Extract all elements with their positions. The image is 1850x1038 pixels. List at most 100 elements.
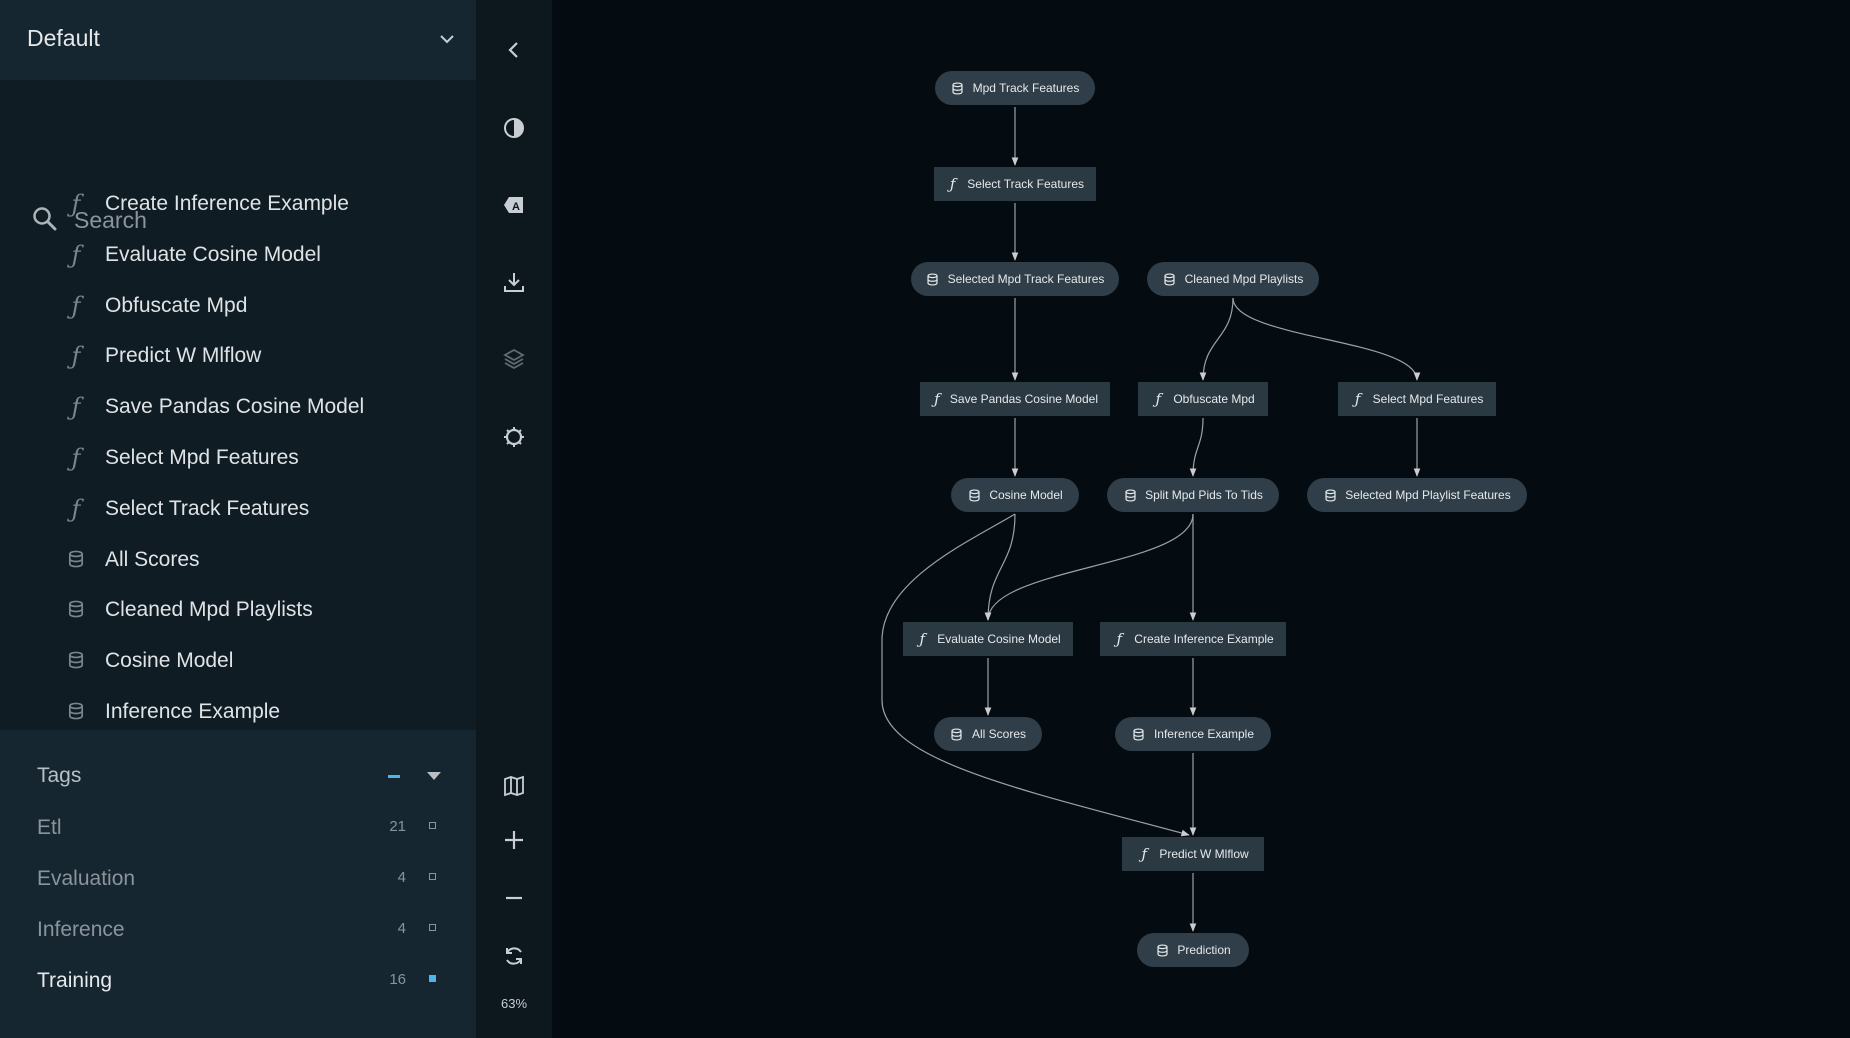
tags-collapse-icon[interactable] [427, 772, 441, 780]
list-item[interactable]: All Scores [0, 538, 476, 582]
tag-count: 21 [389, 818, 406, 835]
list-item[interactable]: ƒ Predict W Mlflow [0, 334, 476, 378]
node-label: Select Mpd Features [1372, 392, 1484, 406]
export-icon[interactable] [496, 264, 532, 300]
tag-count: 4 [397, 869, 406, 886]
list-item-label: Predict W Mlflow [105, 344, 262, 368]
pipeline-selector[interactable]: Default [0, 0, 476, 80]
list-item[interactable]: ƒ Create Inference Example [0, 182, 476, 226]
tags-panel: Tags Etl 21 Evaluation 4 Inference 4 Training 1… [0, 730, 476, 1038]
zoom-out-icon[interactable] [496, 880, 532, 916]
list-item[interactable]: ƒ Select Track Features [0, 487, 476, 531]
function-icon: ƒ [71, 393, 81, 422]
sidebar: Default ƒ Create Inference Example ƒ Evalua… [0, 0, 476, 1038]
list-item-label: Evaluate Cosine Model [105, 242, 321, 266]
list-item-label: Cleaned Mpd Playlists [105, 598, 313, 622]
node-select-track-features[interactable]: ƒ Select Track Features [934, 167, 1096, 201]
list-item[interactable]: Inference Example [0, 690, 476, 730]
function-icon: ƒ [949, 175, 956, 193]
reset-zoom-icon[interactable] [496, 938, 532, 974]
tag-name: Etl [37, 816, 62, 839]
function-icon: ƒ [71, 190, 81, 218]
node-label: Cleaned Mpd Playlists [1184, 272, 1304, 286]
node-cleaned-mpd-playlists[interactable]: Cleaned Mpd Playlists [1147, 262, 1319, 296]
database-icon [926, 272, 940, 286]
database-icon [1123, 488, 1137, 502]
node-label: Select Track Features [967, 177, 1084, 191]
database-icon [1163, 272, 1177, 286]
tag-item[interactable]: Inference 4 [0, 912, 476, 952]
chevron-down-icon [440, 35, 454, 44]
node-inference-example[interactable]: Inference Example [1115, 717, 1271, 751]
zoom-in-icon[interactable] [496, 822, 532, 858]
node-selected-mpd-playlist-features[interactable]: Selected Mpd Playlist Features [1307, 478, 1527, 512]
node-prediction[interactable]: Prediction [1137, 933, 1249, 967]
node-all-scores[interactable]: All Scores [934, 717, 1042, 751]
node-save-pandas-cosine-model[interactable]: ƒ Save Pandas Cosine Model [920, 382, 1110, 416]
list-item[interactable]: ƒ Evaluate Cosine Model [0, 233, 476, 277]
collapse-sidebar-icon[interactable] [496, 32, 532, 68]
layers-icon[interactable] [496, 341, 532, 377]
database-icon [950, 727, 964, 741]
node-split-mpd-pids-to-tids[interactable]: Split Mpd Pids To Tids [1107, 478, 1279, 512]
database-icon [64, 598, 88, 622]
graph-edges [881, 107, 1421, 932]
list-item[interactable]: ƒ Select Mpd Features [0, 436, 476, 480]
list-item-label: Select Track Features [105, 496, 310, 520]
function-icon: ƒ [934, 390, 940, 408]
label-toggle-icon[interactable]: A [496, 187, 532, 223]
theme-toggle-icon[interactable] [496, 110, 532, 146]
list-item[interactable]: Cosine Model [0, 639, 476, 683]
tag-item[interactable]: Training 16 [0, 963, 476, 1003]
function-icon: ƒ [71, 240, 81, 269]
tag-count: 16 [389, 971, 406, 988]
pipeline-canvas[interactable]: Mpd Track Features ƒ Select Track Features… [552, 0, 1850, 1038]
node-label: Selected Mpd Track Features [947, 272, 1105, 286]
tags-deselect-icon[interactable] [388, 775, 400, 778]
node-create-inference-example[interactable]: ƒ Create Inference Example [1100, 622, 1286, 656]
edge-cleaned-mpd-playlists-to-select-mpd-features [1232, 297, 1421, 381]
node-label: Inference Example [1153, 727, 1255, 741]
svg-text:A: A [512, 201, 520, 213]
edge-cosine-model-to-evaluate-cosine-model [984, 513, 1016, 621]
tag-checkbox[interactable] [429, 924, 436, 931]
list-item[interactable]: Cleaned Mpd Playlists [0, 588, 476, 632]
node-select-mpd-features[interactable]: ƒ Select Mpd Features [1338, 382, 1496, 416]
function-icon: ƒ [1116, 630, 1123, 648]
function-icon: ƒ [1141, 845, 1148, 863]
node-selected-mpd-track-features[interactable]: Selected Mpd Track Features [911, 262, 1119, 296]
tag-item[interactable]: Etl 21 [0, 810, 476, 850]
tags-title: Tags [37, 764, 82, 787]
node-label: Evaluate Cosine Model [937, 632, 1061, 646]
function-icon: ƒ [1354, 390, 1361, 408]
list-item-label: Create Inference Example [105, 192, 349, 215]
toolbar: A 63% [476, 0, 552, 1038]
node-mpd-track-features[interactable]: Mpd Track Features [935, 71, 1095, 105]
node-cosine-model[interactable]: Cosine Model [951, 478, 1079, 512]
tag-checkbox[interactable] [429, 873, 436, 880]
tag-name: Evaluation [37, 867, 136, 890]
node-label: Save Pandas Cosine Model [949, 392, 1098, 406]
list-item[interactable]: ƒ Save Pandas Cosine Model [0, 385, 476, 429]
tag-checkbox[interactable] [429, 975, 436, 982]
edge-cleaned-mpd-playlists-to-obfuscate-mpd [1199, 297, 1234, 381]
tag-checkbox[interactable] [429, 822, 436, 829]
minimap-icon[interactable] [496, 768, 532, 804]
function-icon: ƒ [71, 342, 81, 371]
list-item[interactable]: ƒ Obfuscate Mpd [0, 284, 476, 328]
node-evaluate-cosine-model[interactable]: ƒ Evaluate Cosine Model [903, 622, 1073, 656]
database-icon [64, 700, 88, 724]
node-label: All Scores [971, 727, 1027, 741]
settings-icon[interactable] [496, 419, 532, 455]
node-obfuscate-mpd[interactable]: ƒ Obfuscate Mpd [1138, 382, 1268, 416]
tag-item[interactable]: Evaluation 4 [0, 861, 476, 901]
database-icon [64, 548, 88, 572]
node-predict-w-mlflow[interactable]: ƒ Predict W Mlflow [1122, 837, 1264, 871]
database-icon [951, 81, 965, 95]
function-icon: ƒ [1155, 390, 1162, 408]
zoom-level: 63% [500, 996, 528, 1011]
node-label: Cosine Model [989, 488, 1063, 502]
database-icon [1155, 943, 1169, 957]
node-label: Prediction [1177, 943, 1231, 957]
function-icon: ƒ [919, 630, 926, 648]
